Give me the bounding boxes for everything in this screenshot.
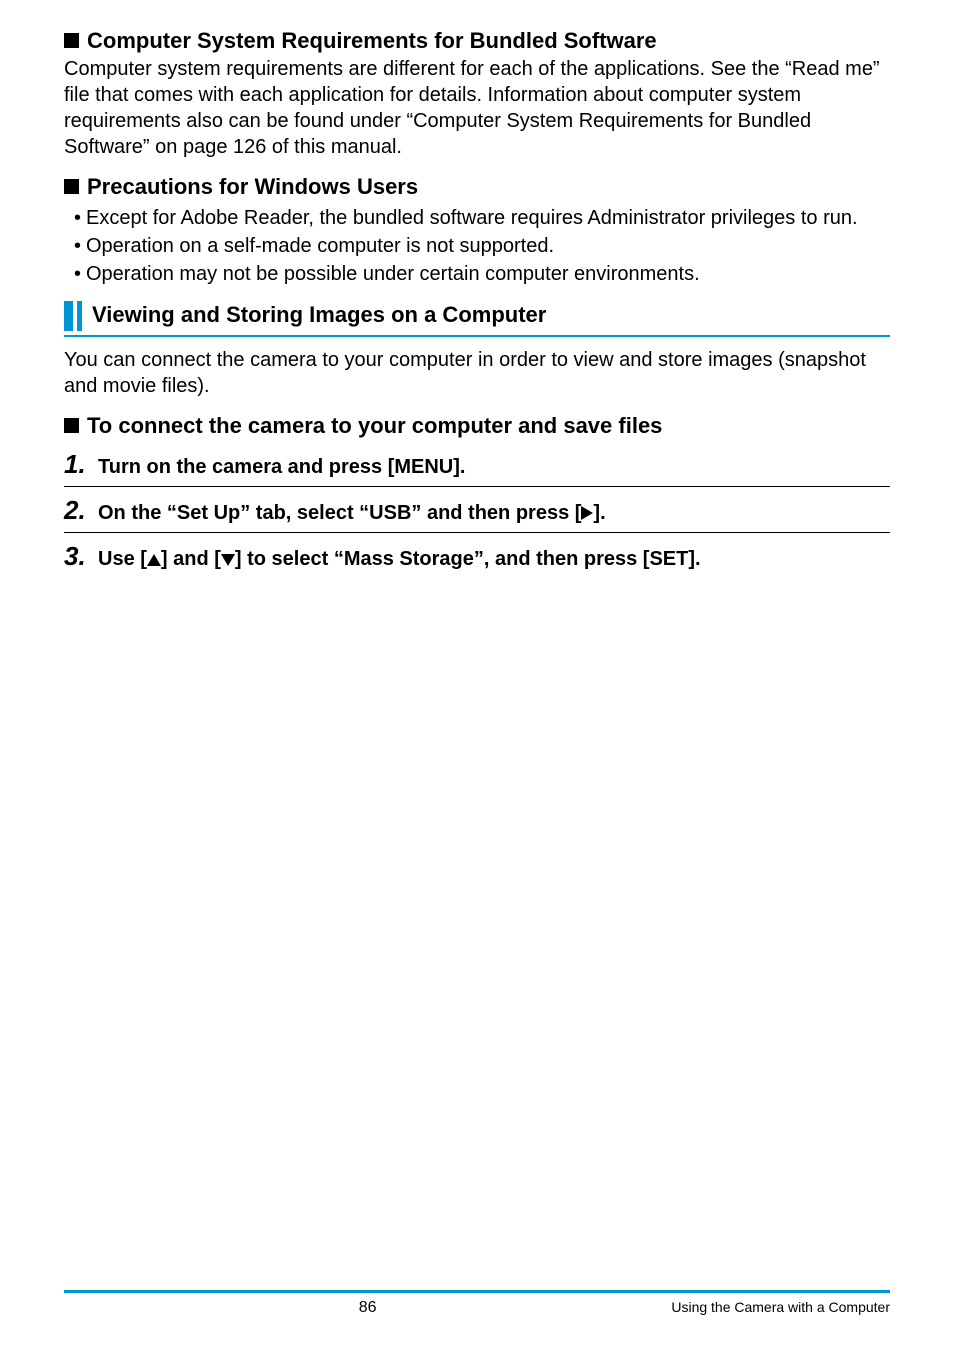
section-bar-viewing: Viewing and Storing Images on a Computer — [64, 301, 890, 331]
subheading-title: Precautions for Windows Users — [87, 174, 418, 200]
page-number: 86 — [64, 1299, 671, 1317]
step-text-mid: ] and [ — [161, 548, 221, 570]
step-2: 2. On the “Set Up” tab, select “USB” and… — [64, 495, 890, 526]
accent-bar-thick — [64, 301, 73, 331]
square-bullet-icon — [64, 33, 79, 48]
list-item: Operation on a self-made computer is not… — [64, 233, 890, 259]
footer-accent-line — [64, 1290, 890, 1293]
bundled-software-body: Computer system requirements are differe… — [64, 56, 890, 160]
step-text-pre: On the “Set Up” tab, select “USB” and th… — [98, 502, 581, 524]
list-item: Operation may not be possible under cert… — [64, 261, 890, 287]
square-bullet-icon — [64, 418, 79, 433]
triangle-down-icon — [221, 554, 235, 566]
square-bullet-icon — [64, 179, 79, 194]
step-number: 2. — [64, 495, 98, 526]
step-text-pre: Use [ — [98, 548, 147, 570]
subheading-bundled-software: Computer System Requirements for Bundled… — [64, 28, 890, 54]
triangle-right-icon — [581, 506, 593, 520]
step-number: 3. — [64, 541, 98, 572]
step-text-post: ] to select “Mass Storage”, and then pre… — [235, 548, 701, 570]
step-text: Use [ ] and [ ] to select “Mass Storage”, … — [98, 547, 701, 572]
viewing-intro: You can connect the camera to your compu… — [64, 347, 890, 399]
precautions-list: Except for Adobe Reader, the bundled sof… — [64, 205, 890, 287]
subheading-title: Computer System Requirements for Bundled… — [87, 28, 657, 54]
list-item: Except for Adobe Reader, the bundled sof… — [64, 205, 890, 231]
step-text-post: ]. — [593, 502, 605, 524]
step-3: 3. Use [ ] and [ ] to select “Mass Storage… — [64, 541, 890, 572]
section-title: Viewing and Storing Images on a Computer — [82, 301, 546, 331]
step-text: Turn on the camera and press [MENU]. — [98, 455, 465, 480]
page-footer: 86 Using the Camera with a Computer — [0, 1290, 954, 1317]
step-number: 1. — [64, 449, 98, 480]
accent-underline — [64, 335, 890, 337]
subheading-connect: To connect the camera to your computer a… — [64, 413, 890, 439]
subheading-title: To connect the camera to your computer a… — [87, 413, 662, 439]
triangle-up-icon — [147, 554, 161, 566]
step-divider — [64, 486, 890, 487]
step-1: 1. Turn on the camera and press [MENU]. — [64, 449, 890, 480]
step-text: On the “Set Up” tab, select “USB” and th… — [98, 501, 606, 526]
step-divider — [64, 532, 890, 533]
chapter-title: Using the Camera with a Computer — [671, 1299, 890, 1315]
subheading-precautions: Precautions for Windows Users — [64, 174, 890, 200]
